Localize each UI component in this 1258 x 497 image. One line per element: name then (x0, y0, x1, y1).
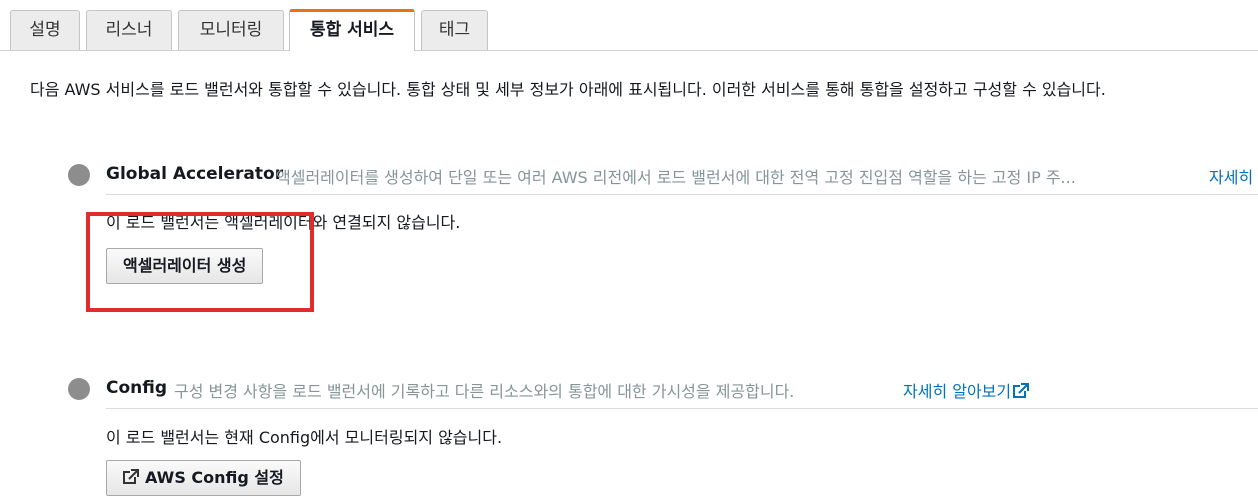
global-accelerator-section: Global Accelerator 액셀러레이터를 생성하여 단일 또는 여러… (68, 164, 1258, 294)
status-circle-icon (68, 164, 90, 186)
config-status: 이 로드 밸런서는 현재 Config에서 모니터링되지 않습니다. (106, 428, 503, 447)
tab-monitoring[interactable]: 모니터링 (178, 10, 284, 50)
tab-tags[interactable]: 태그 (421, 10, 488, 50)
create-accelerator-button[interactable]: 액셀러레이터 생성 (106, 248, 264, 284)
config-section: Config 구성 변경 사항을 로드 밸런서에 기록하고 다른 리소스와의 통… (68, 378, 1258, 496)
config-learn-more-label: 자세히 알아보기 (903, 382, 1012, 401)
intro-text: 다음 AWS 서비스를 로드 밸런서와 통합할 수 있습니다. 통합 상태 및 … (30, 80, 1106, 99)
tab-bar: 설명 리스너 모니터링 통합 서비스 태그 (0, 0, 1258, 52)
external-link-icon (1011, 383, 1030, 399)
tab-bar-divider (0, 50, 1258, 51)
global-accelerator-description: 액셀러레이터를 생성하여 단일 또는 여러 AWS 리전에서 로드 밸런서에 대… (276, 168, 1076, 187)
global-accelerator-divider (106, 194, 1258, 195)
config-learn-more-link[interactable]: 자세히 알아보기 (903, 378, 1030, 402)
external-link-icon (121, 463, 139, 484)
global-accelerator-learn-more-link[interactable]: 자세히 (1209, 164, 1253, 188)
tab-integrated-services[interactable]: 통합 서비스 (289, 9, 415, 51)
global-accelerator-status: 이 로드 밸런서는 액셀러레이터와 연결되지 않습니다. (106, 213, 461, 232)
global-accelerator-title: Global Accelerator (106, 164, 284, 184)
aws-config-setup-button[interactable]: AWS Config 설정 (106, 460, 301, 496)
tab-listeners[interactable]: 리스너 (86, 10, 172, 50)
aws-config-setup-label: AWS Config 설정 (145, 468, 284, 487)
config-title: Config (106, 378, 168, 398)
status-circle-icon (68, 378, 90, 400)
config-divider (106, 408, 1258, 409)
config-description: 구성 변경 사항을 로드 밸런서에 기록하고 다른 리소스와의 통합에 대한 가… (174, 382, 795, 401)
tab-description[interactable]: 설명 (10, 10, 80, 50)
